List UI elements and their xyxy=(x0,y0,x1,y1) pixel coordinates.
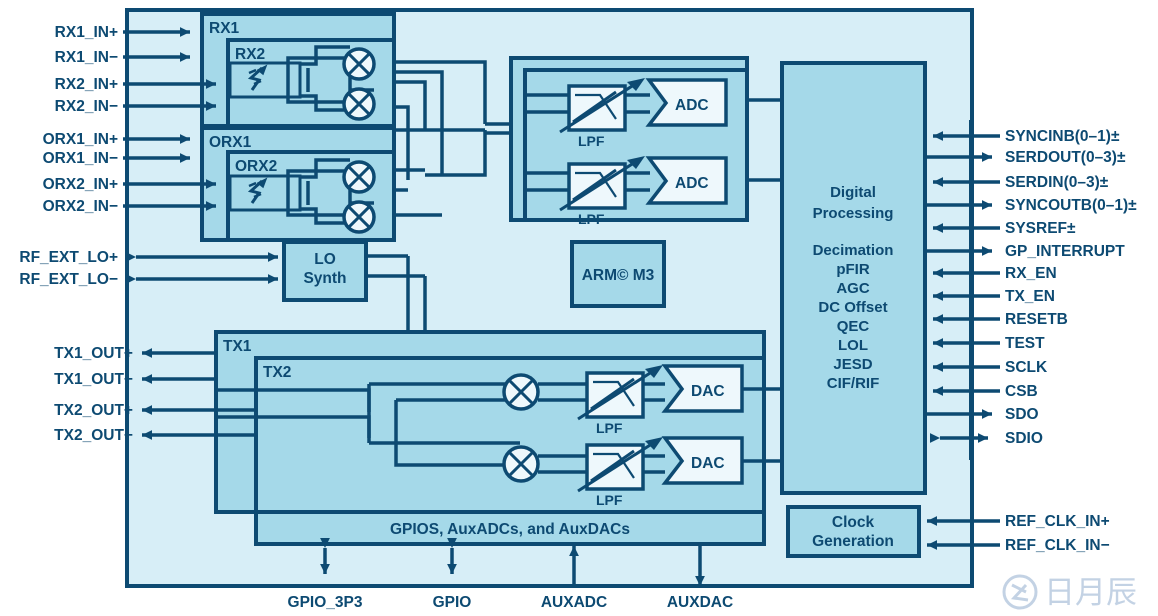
pin-label-rx1-in-n: RX1_IN− xyxy=(55,49,118,66)
pin-label-orx2-in-n: ORX2_IN− xyxy=(43,198,118,215)
lpf-tx-top-label: LPF xyxy=(596,420,623,436)
orx-block-group: ORX1 ORX2 xyxy=(200,126,396,242)
transceiver-block-diagram: RX1 RX2 ORX1 ORX2 LPF ADC LPF ADC LO Syn… xyxy=(0,0,1158,616)
tx2-label: TX2 xyxy=(263,364,291,381)
pin-label-tx1-out-n: TX1_OUT− xyxy=(54,371,133,388)
pin-label-orx2-in-p: ORX2_IN+ xyxy=(43,176,118,193)
digital-processing-title-1: Digital xyxy=(830,184,876,201)
pin-label-sdo: SDO xyxy=(1005,406,1039,423)
arm-m3-group: ARM© M3 xyxy=(570,240,666,308)
pin-label-ref-clk-n: REF_CLK_IN− xyxy=(1005,537,1110,554)
adc-top-label: ADC xyxy=(675,97,709,114)
dp-feature-7: CIF/RIF xyxy=(827,375,880,392)
pin-label-auxdac: AUXDAC xyxy=(667,594,733,611)
gpio-bar-group: GPIOS, AuxADCs, and AuxDACs xyxy=(254,510,766,546)
pin-label-rx2-in-n: RX2_IN− xyxy=(55,98,118,115)
pin-label-auxadc: AUXADC xyxy=(541,594,607,611)
pin-label-syncoutb: SYNCOUTB(0–1)± xyxy=(1005,197,1137,214)
clock-generation-label-1: Clock xyxy=(832,514,875,531)
dac-bottom-label: DAC xyxy=(691,455,725,472)
tx-block-group: TX1 TX2 LPF LPF DAC DAC xyxy=(214,330,782,514)
pin-label-csb: CSB xyxy=(1005,383,1038,400)
pin-label-test: TEST xyxy=(1005,335,1045,352)
pin-label-rf-ext-lo-n: RF_EXT_LO− xyxy=(19,271,118,288)
arm-m3-label: ARM© M3 xyxy=(582,267,655,284)
pin-label-rx1-in-p: RX1_IN+ xyxy=(55,24,118,41)
pin-label-gp-interrupt: GP_INTERRUPT xyxy=(1005,243,1125,260)
digital-processing-block xyxy=(780,61,927,495)
orx1-label: ORX1 xyxy=(209,134,252,151)
digital-processing-group: Digital Processing Decimation pFIR AGC D… xyxy=(780,61,927,495)
pin-label-rf-ext-lo-p: RF_EXT_LO+ xyxy=(19,249,118,266)
lpf-tx-bottom-label: LPF xyxy=(596,492,623,508)
dp-feature-1: pFIR xyxy=(836,261,869,278)
dac-top-label: DAC xyxy=(691,383,725,400)
pin-label-serdout: SERDOUT(0–3)± xyxy=(1005,149,1126,166)
digital-processing-title-2: Processing xyxy=(813,205,894,222)
pin-label-tx2-out-n: TX2_OUT− xyxy=(54,427,133,444)
pin-label-resetb: RESETB xyxy=(1005,311,1068,328)
gpio-bar-label: GPIOS, AuxADCs, and AuxDACs xyxy=(390,521,630,538)
pin-label-sysref: SYSREF± xyxy=(1005,220,1076,237)
dp-feature-3: DC Offset xyxy=(818,299,887,316)
pin-label-tx-en: TX_EN xyxy=(1005,288,1055,305)
clock-generation-label-2: Generation xyxy=(812,533,894,550)
dp-feature-6: JESD xyxy=(833,356,872,373)
pin-label-ref-clk-p: REF_CLK_IN+ xyxy=(1005,513,1110,530)
block-diagram-canvas: RX1 RX2 ORX1 ORX2 LPF ADC LPF ADC LO Syn… xyxy=(0,0,1158,616)
pin-label-syncinb: SYNCINB(0–1)± xyxy=(1005,128,1120,145)
pin-label-tx2-out-p: TX2_OUT+ xyxy=(54,402,133,419)
rx2-label: RX2 xyxy=(235,46,265,63)
pin-label-serdin: SERDIN(0–3)± xyxy=(1005,174,1109,191)
pin-label-sdio: SDIO xyxy=(1005,430,1043,447)
pin-label-rx-en: RX_EN xyxy=(1005,265,1057,282)
rx-block-group: RX1 RX2 xyxy=(200,12,396,128)
pin-label-orx1-in-p: ORX1_IN+ xyxy=(43,131,118,148)
watermark-text: 日月辰 xyxy=(1044,575,1137,611)
orx2-label: ORX2 xyxy=(235,158,277,175)
lpf-rx-bottom-label: LPF xyxy=(578,211,605,227)
lo-synth-label-2: Synth xyxy=(303,270,346,287)
tx1-label: TX1 xyxy=(223,338,252,355)
adc-section: LPF ADC LPF ADC xyxy=(509,56,782,227)
lpf-rx-top-label: LPF xyxy=(578,133,605,149)
pin-label-tx1-out-p: TX1_OUT+ xyxy=(54,345,133,362)
clock-generation-group: Clock Generation xyxy=(786,505,921,558)
dp-feature-0: Decimation xyxy=(813,242,894,259)
dp-feature-4: QEC xyxy=(837,318,870,335)
dp-feature-2: AGC xyxy=(836,280,870,297)
pin-label-gpio: GPIO xyxy=(433,594,472,611)
pin-label-rx2-in-p: RX2_IN+ xyxy=(55,76,118,93)
rx1-label: RX1 xyxy=(209,20,240,37)
pin-label-sclk: SCLK xyxy=(1005,359,1048,376)
dp-feature-5: LOL xyxy=(838,337,868,354)
lo-synth-label-1: LO xyxy=(314,251,336,268)
adc-bottom-label: ADC xyxy=(675,175,709,192)
pin-label-orx1-in-n: ORX1_IN− xyxy=(43,150,118,167)
pin-label-gpio-3p3: GPIO_3P3 xyxy=(288,594,363,611)
